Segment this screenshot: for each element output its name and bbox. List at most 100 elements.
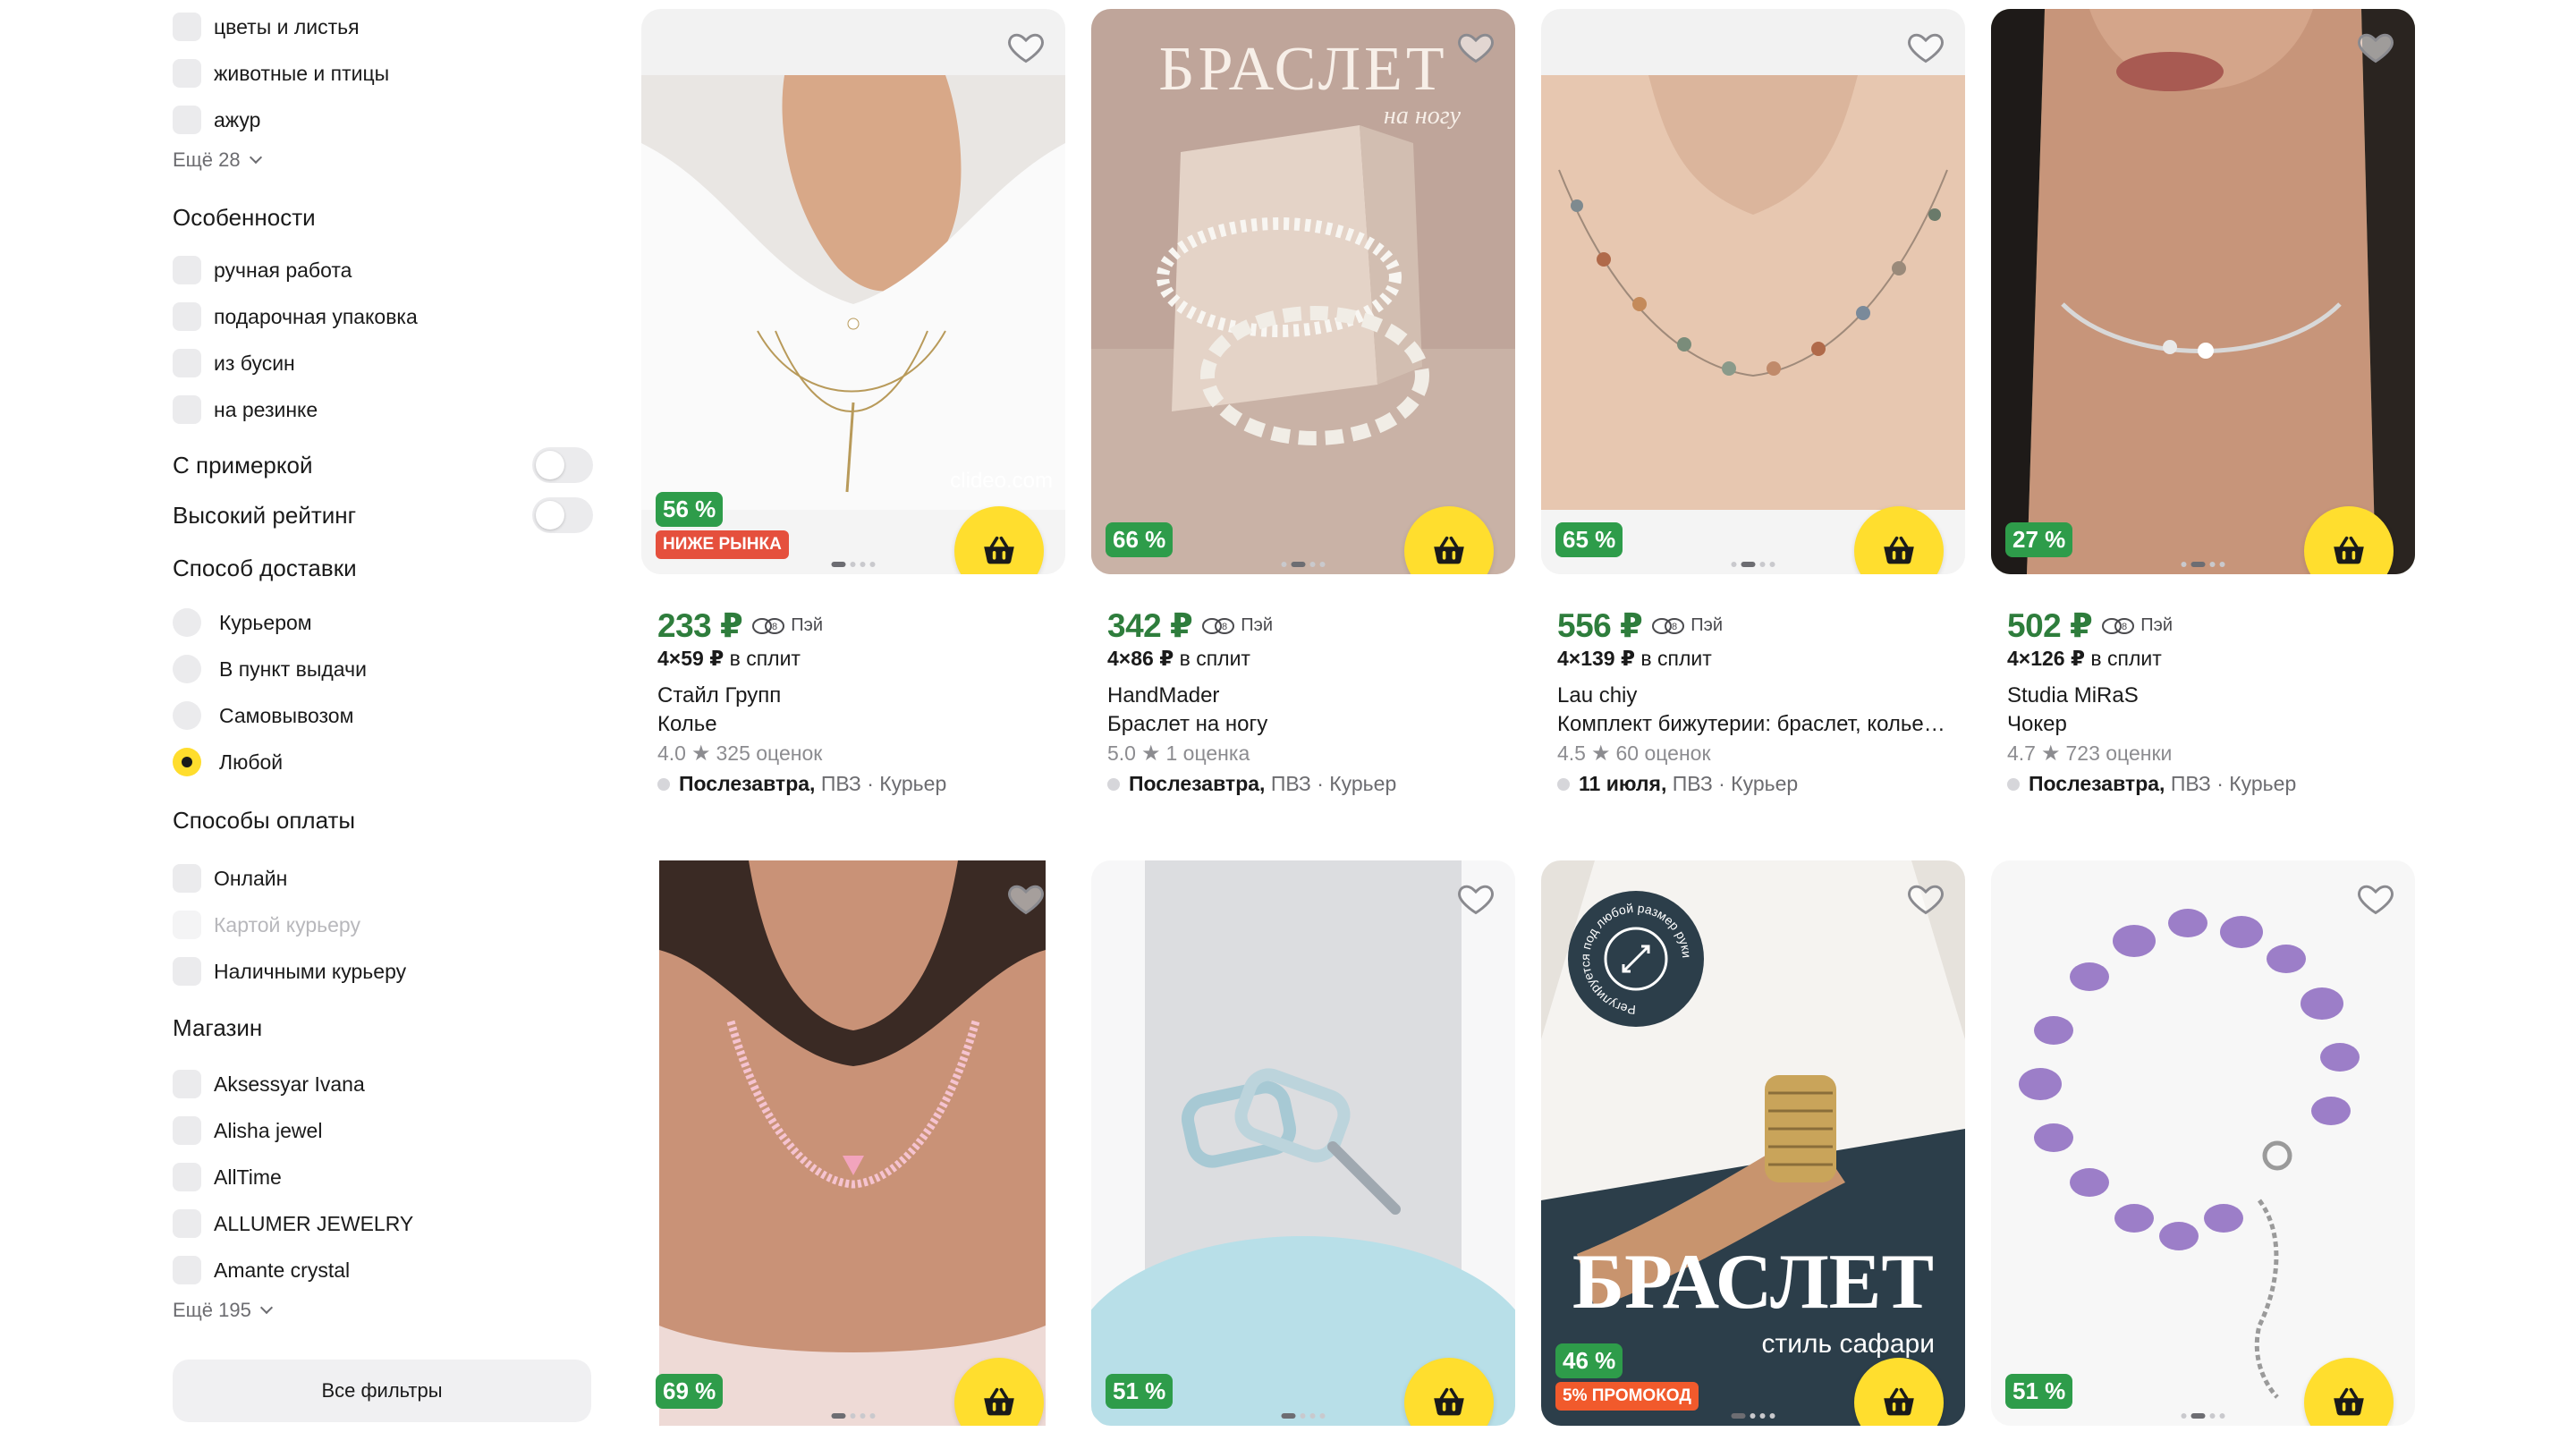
product-name[interactable]: Чокер	[2007, 712, 2401, 737]
checkbox[interactable]	[173, 349, 201, 377]
product-card[interactable]: 51 %	[1991, 860, 2415, 1426]
delivery-self-pickup[interactable]: Самовывозом	[173, 698, 353, 733]
high-rating-toggle[interactable]	[532, 497, 593, 533]
product-card[interactable]: 65 % 556 ₽ Пэй 4×139 ₽ в сплит Lau chiy К…	[1541, 9, 1965, 796]
filter-elastic[interactable]: на резинке	[173, 392, 318, 428]
product-name[interactable]: Колье	[657, 712, 1051, 737]
seller-name[interactable]: Стайл Групп	[657, 683, 1065, 708]
badges: 56 % НИЖЕ РЫНКА	[656, 492, 789, 559]
product-name[interactable]: Браслет на ногу	[1107, 712, 1501, 737]
discount-badge: 65 %	[1555, 522, 1623, 557]
filter-gift-wrap[interactable]: подарочная упаковка	[173, 299, 418, 335]
product-name[interactable]: Комплект бижутерии: браслет, колье, серь…	[1557, 712, 1951, 737]
product-image[interactable]: 27 %	[1991, 9, 2415, 574]
discount-badge: 56 %	[656, 492, 724, 527]
product-card[interactable]: clideo.com 56 % НИЖЕ РЫНКА 233 ₽ Пэй 4×59…	[641, 9, 1065, 796]
favorite-heart-icon[interactable]	[1006, 878, 1046, 918]
filter-handmade[interactable]: ручная работа	[173, 252, 352, 288]
badges: 51 %	[2005, 1374, 2073, 1409]
high-rating-toggle-row[interactable]: Высокий рейтинг	[173, 497, 593, 533]
checkbox[interactable]	[173, 1209, 201, 1238]
delivery-dot-icon	[657, 777, 670, 791]
favorite-heart-icon[interactable]	[2356, 27, 2395, 66]
favorite-heart-icon[interactable]	[1906, 27, 1945, 66]
rating: 4.5 ★ 60 оценок	[1557, 741, 1711, 766]
seller-name[interactable]: Lau chiy	[1557, 683, 1965, 708]
product-image[interactable]: clideo.com 56 % НИЖЕ РЫНКА	[641, 9, 1065, 574]
payment-card-courier: Картой курьеру	[173, 907, 360, 943]
product-image[interactable]: 51 %	[1091, 860, 1515, 1426]
delivery-title: Способ доставки	[173, 555, 357, 581]
seller-name[interactable]: HandMader	[1107, 683, 1515, 708]
checkbox[interactable]	[173, 59, 201, 88]
product-image[interactable]: БРАСЛЕТ на ногу 66 %	[1091, 9, 1515, 574]
filter-pattern-lace[interactable]: ажур	[173, 102, 260, 138]
earrings-photo	[1091, 860, 1515, 1426]
delivery-courier[interactable]: Курьером	[173, 605, 312, 640]
favorite-heart-icon[interactable]	[2356, 878, 2395, 918]
delivery-any[interactable]: Любой	[173, 744, 283, 780]
basket-icon	[978, 530, 1021, 572]
shop-amante-crystal[interactable]: Amante crystal	[173, 1252, 350, 1288]
product-card[interactable]: БРАСЛЕТ на ногу 66 % 342 ₽ Пэй 4×86 ₽ в с…	[1091, 9, 1515, 796]
bracelet-photo: Регулируется под любой размер руки БРАСЛ…	[1541, 860, 1965, 1426]
shops-more-link[interactable]: Ещё 195	[173, 1299, 273, 1322]
radio[interactable]	[173, 655, 201, 683]
price: 556 ₽	[1557, 607, 1643, 644]
shop-alisha-jewel[interactable]: Alisha jewel	[173, 1113, 322, 1148]
seller-name[interactable]: Studia MiRaS	[2007, 683, 2415, 708]
fitting-toggle-row[interactable]: С примеркой	[173, 447, 593, 483]
image-pager	[1731, 1413, 1775, 1419]
all-filters-button[interactable]: Все фильтры	[173, 1360, 591, 1422]
filter-beads[interactable]: из бусин	[173, 345, 295, 381]
badges: 46 % 5% ПРОМОКОД	[1555, 1343, 1699, 1411]
filter-pattern-flowers[interactable]: цветы и листья	[173, 9, 360, 45]
product-image[interactable]: 65 %	[1541, 9, 1965, 574]
checkbox[interactable]	[173, 395, 201, 424]
delivery-dot-icon	[1557, 777, 1570, 791]
payment-cash-courier[interactable]: Наличными курьеру	[173, 953, 406, 989]
favorite-heart-icon[interactable]	[1006, 27, 1046, 66]
product-card[interactable]: Регулируется под любой размер руки БРАСЛ…	[1541, 860, 1965, 1426]
product-info: 233 ₽ Пэй 4×59 ₽ в сплит Стайл Групп Коль…	[641, 606, 1065, 796]
product-card[interactable]: 69 %	[641, 860, 1065, 1426]
pay-icon	[1201, 617, 1237, 635]
radio-selected[interactable]	[173, 748, 201, 776]
favorite-heart-icon[interactable]	[1906, 878, 1945, 918]
checkbox[interactable]	[173, 106, 201, 134]
pay-badge: Пэй	[751, 615, 823, 636]
checkbox[interactable]	[173, 1070, 201, 1098]
product-image[interactable]: 69 %	[641, 860, 1065, 1426]
payment-online[interactable]: Онлайн	[173, 860, 287, 896]
image-pager	[1281, 562, 1326, 567]
checkbox[interactable]	[173, 1116, 201, 1145]
shop-alltime[interactable]: AllTime	[173, 1159, 282, 1195]
checkbox[interactable]	[173, 864, 201, 893]
checkbox	[173, 911, 201, 939]
checkbox[interactable]	[173, 302, 201, 331]
filter-pattern-animals[interactable]: животные и птицы	[173, 55, 389, 91]
checkbox[interactable]	[173, 13, 201, 41]
product-image[interactable]: Регулируется под любой размер руки БРАСЛ…	[1541, 860, 1965, 1426]
radio[interactable]	[173, 701, 201, 730]
favorite-heart-icon[interactable]	[1456, 878, 1496, 918]
basket-icon	[1428, 530, 1470, 572]
checkbox[interactable]	[173, 957, 201, 986]
checkbox[interactable]	[173, 1256, 201, 1284]
badges: 66 %	[1106, 522, 1174, 557]
favorite-heart-icon[interactable]	[1456, 27, 1496, 66]
checkbox[interactable]	[173, 256, 201, 284]
radio[interactable]	[173, 608, 201, 637]
shop-allumer-jewelry[interactable]: ALLUMER JEWELRY	[173, 1206, 413, 1241]
product-image[interactable]: 51 %	[1991, 860, 2415, 1426]
checkbox[interactable]	[173, 1163, 201, 1191]
fitting-toggle[interactable]	[532, 447, 593, 483]
patterns-more-link[interactable]: Ещё 28	[173, 148, 262, 172]
discount-badge: 69 %	[656, 1374, 724, 1409]
shop-aksessyar-ivana[interactable]: Aksessyar Ivana	[173, 1066, 365, 1102]
product-card[interactable]: 27 % 502 ₽ Пэй 4×126 ₽ в сплит Studia MiR…	[1991, 9, 2415, 796]
split-payment: 4×139 ₽ в сплит	[1557, 647, 1712, 670]
star-icon: ★	[2040, 741, 2061, 766]
product-card[interactable]: 51 %	[1091, 860, 1515, 1426]
delivery-pickup-point[interactable]: В пункт выдачи	[173, 651, 367, 687]
